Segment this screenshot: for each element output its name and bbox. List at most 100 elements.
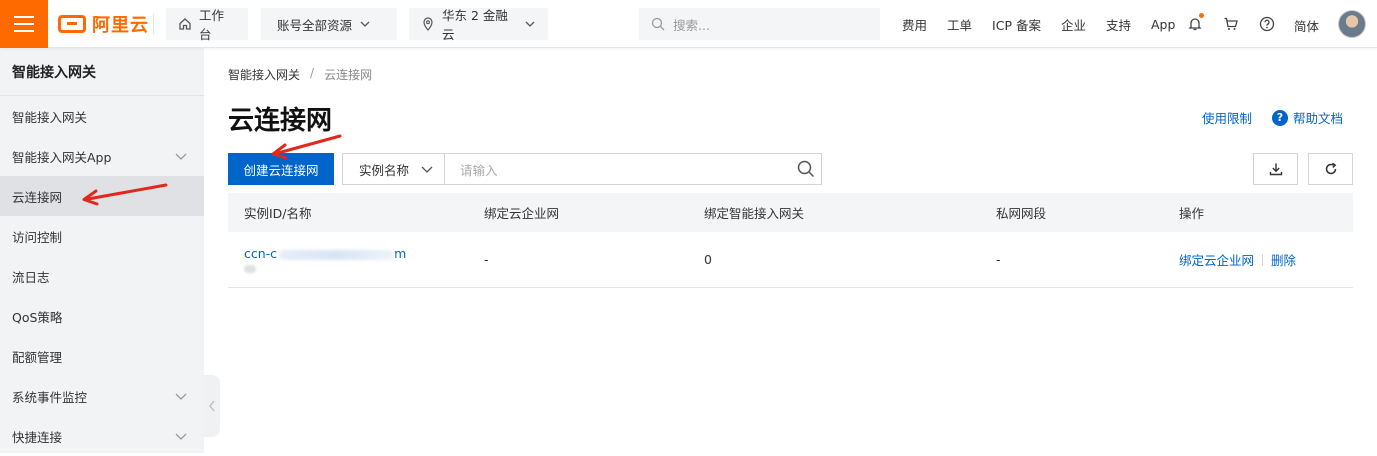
region-label: 华东 2 金融云 [442, 8, 508, 42]
sidebar-item-label: 系统事件监控 [12, 389, 88, 405]
help-icon[interactable] [1257, 14, 1277, 34]
sidebar-item-flow-log[interactable]: 流日志 [0, 256, 204, 296]
global-search-input[interactable]: 搜索... [639, 8, 880, 40]
sidebar-item-quota[interactable]: 配额管理 [0, 336, 204, 376]
cart-icon[interactable] [1221, 14, 1241, 34]
filter-field-value: 实例名称 [359, 162, 410, 178]
refresh-icon [1325, 162, 1336, 175]
column-header-id: 实例ID/名称 [244, 206, 312, 221]
sidebar-item-cloud-connect-network[interactable]: 云连接网 [0, 176, 204, 216]
tickets-link[interactable]: 工单 [947, 15, 972, 34]
logo-mark-icon [58, 15, 86, 33]
chevron-down-icon [175, 153, 187, 160]
column-header-cen: 绑定云企业网 [484, 206, 560, 221]
search-input-placeholder: 请输入 [460, 162, 498, 178]
page-links: 使用限制 ? 帮助文档 [1202, 108, 1343, 127]
search-input[interactable]: 请输入 [444, 153, 822, 185]
region-dropdown[interactable]: 华东 2 金融云 [409, 8, 548, 42]
breadcrumb-separator: / [310, 66, 315, 80]
search-icon [651, 17, 665, 31]
aliyun-logo[interactable]: 阿里云 [58, 12, 149, 36]
table-header: 实例ID/名称 绑定云企业网 绑定智能接入网关 私网网段 操作 [228, 193, 1353, 232]
instances-table: 实例ID/名称 绑定云企业网 绑定智能接入网关 私网网段 操作 ccn-c m -… [228, 193, 1353, 288]
help-circle-icon: ? [1271, 109, 1288, 126]
sidebar-item-label: 智能接入网关App [12, 149, 112, 165]
avatar[interactable] [1338, 10, 1366, 38]
redacted-name [244, 265, 256, 273]
sidebar-item-qos-policy[interactable]: QoS策略 [0, 296, 204, 336]
instance-id-prefix: ccn-c [244, 246, 278, 261]
usage-limits-link[interactable]: 使用限制 [1202, 108, 1252, 127]
create-ccn-button[interactable]: 创建云连接网 [228, 153, 334, 185]
icp-link[interactable]: ICP 备案 [992, 15, 1041, 34]
breadcrumb-current: 云连接网 [324, 68, 373, 82]
instance-id-cell: ccn-c m [244, 246, 406, 273]
sidebar-item-label: 云连接网 [12, 189, 63, 205]
cidr-cell: - [996, 252, 1001, 267]
global-search-placeholder: 搜索... [673, 17, 710, 33]
cen-cell: - [484, 252, 489, 267]
help-docs-link[interactable]: ? 帮助文档 [1271, 108, 1343, 127]
table-row: ccn-c m - 0 - 绑定云企业网 删除 [228, 232, 1353, 288]
sidebar-item-sag-app[interactable]: 智能接入网关App [0, 136, 204, 176]
sidebar-item-smart-access-gateway[interactable]: 智能接入网关 [0, 96, 204, 136]
sidebar-item-label: 智能接入网关 [12, 109, 88, 125]
chevron-left-icon [209, 400, 215, 412]
enterprise-link[interactable]: 企业 [1061, 15, 1086, 34]
redacted-text [279, 249, 395, 260]
download-button[interactable] [1253, 153, 1298, 185]
instance-id-suffix: m [394, 246, 407, 261]
location-icon [423, 17, 433, 31]
sidebar-collapse-handle[interactable] [204, 375, 220, 437]
home-icon [179, 18, 191, 30]
page-title: 云连接网 [228, 106, 333, 136]
delete-link[interactable]: 删除 [1271, 250, 1296, 269]
workbench-button[interactable]: 工作台 [166, 8, 248, 42]
sidebar-title: 智能接入网关 [0, 48, 204, 96]
sidebar-item-quick-connect[interactable]: 快捷连接 [0, 416, 204, 456]
bind-cen-link[interactable]: 绑定云企业网 [1179, 250, 1254, 269]
workbench-label: 工作台 [199, 8, 225, 42]
column-header-cidr: 私网网段 [996, 206, 1047, 221]
support-link[interactable]: 支持 [1106, 15, 1131, 34]
billing-link[interactable]: 费用 [902, 15, 927, 34]
filter-field-select[interactable]: 实例名称 [342, 153, 445, 185]
language-switch[interactable]: 简体 [1294, 16, 1319, 35]
instance-id-link[interactable]: ccn-c m [244, 246, 406, 261]
logo-text: 阿里云 [92, 15, 149, 36]
sidebar-item-label: QoS策略 [12, 309, 63, 325]
breadcrumb: 智能接入网关 / 云连接网 [228, 66, 372, 83]
sidebar-item-label: 流日志 [12, 269, 50, 285]
gateways-cell: 0 [704, 252, 712, 267]
chevron-down-icon [175, 433, 187, 440]
refresh-button[interactable] [1308, 153, 1353, 185]
column-header-actions: 操作 [1179, 206, 1205, 221]
search-icon[interactable] [797, 160, 815, 178]
sidebar-item-event-monitoring[interactable]: 系统事件监控 [0, 376, 204, 416]
action-divider [1262, 253, 1264, 266]
account-resources-label: 账号全部资源 [277, 17, 353, 33]
actions-cell: 绑定云企业网 删除 [1179, 250, 1296, 269]
account-resources-dropdown[interactable]: 账号全部资源 [261, 8, 397, 40]
menu-icon[interactable] [0, 0, 48, 48]
bell-icon[interactable] [1185, 13, 1205, 34]
chevron-down-icon [525, 21, 535, 27]
sidebar-item-access-control[interactable]: 访问控制 [0, 216, 204, 256]
help-docs-label: 帮助文档 [1292, 111, 1343, 126]
notification-dot [1199, 13, 1204, 18]
divider [153, 14, 154, 34]
sidebar-item-label: 访问控制 [12, 229, 63, 245]
chevron-down-icon [360, 21, 370, 27]
download-icon [1269, 163, 1282, 176]
chevron-down-icon [421, 166, 433, 173]
sidebar-item-label: 配额管理 [12, 349, 63, 365]
breadcrumb-item[interactable]: 智能接入网关 [228, 66, 300, 83]
top-navigation-bar: 阿里云 工作台 账号全部资源 华东 2 金融云 搜索... 费用 工单 ICP … [0, 0, 1377, 48]
sidebar: 智能接入网关 智能接入网关 智能接入网关App 云连接网 访问控制 流日志 Qo… [0, 48, 204, 453]
top-links: 费用 工单 ICP 备案 企业 支持 App [892, 0, 1185, 48]
chevron-down-icon [175, 393, 187, 400]
toolbar: 创建云连接网 实例名称 请输入 [228, 153, 1353, 185]
sidebar-item-label: 快捷连接 [12, 429, 63, 445]
column-header-gateways: 绑定智能接入网关 [704, 206, 805, 221]
app-link[interactable]: App [1151, 17, 1175, 32]
